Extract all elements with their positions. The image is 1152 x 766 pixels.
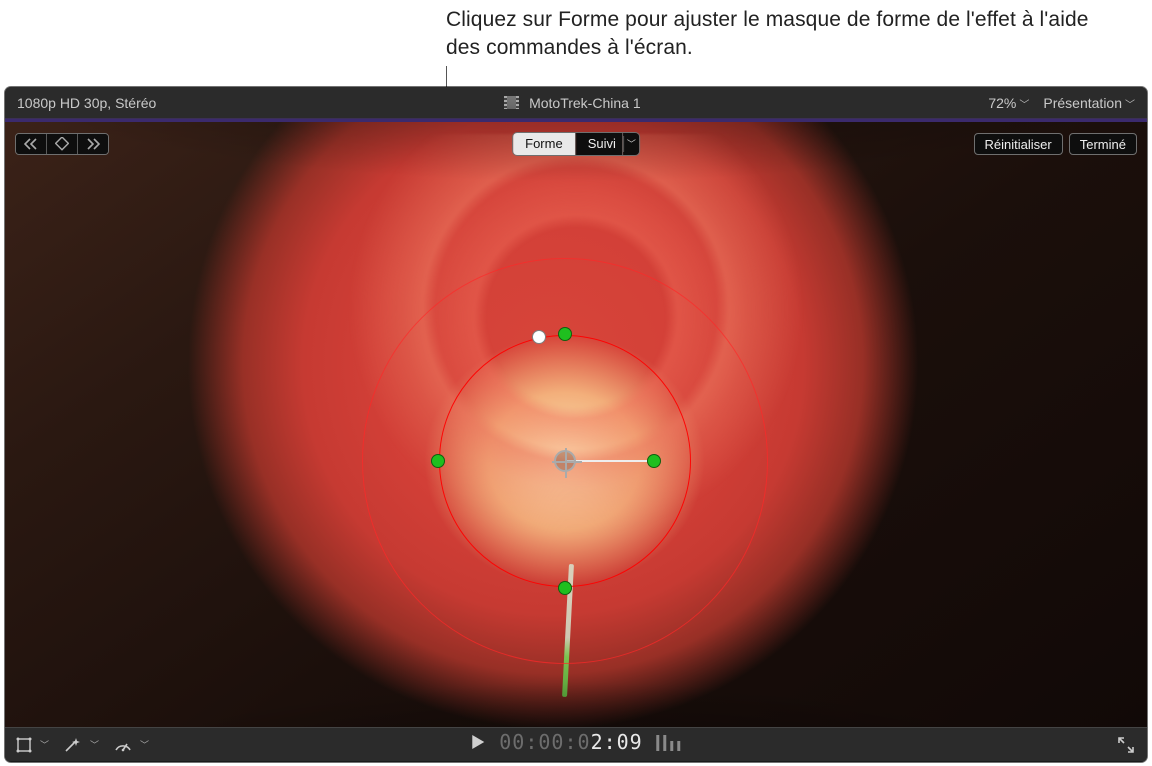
timecode-bright: 2:09 [591,730,643,754]
keyframe-nav-group [15,133,109,155]
tracking-options-dropdown[interactable]: ﹀ [623,133,639,155]
viewer-canvas[interactable]: Forme Suivi ﹀ Réinitialiser Terminé [5,122,1147,727]
shape-mask-left-handle[interactable] [431,454,445,468]
speed-gauge-icon [113,736,133,754]
tracking-mode-label: Suivi [588,133,616,155]
done-button[interactable]: Terminé [1069,133,1137,155]
retime-tool[interactable]: ﹀ [113,736,153,754]
shape-mask-bottom-handle[interactable] [558,581,572,595]
filmstrip-icon [504,96,519,109]
viewer-window: 1080p HD 30p, Stéréo MotoTrek-China 1 72… [5,87,1147,762]
callout-text: Cliquez sur Forme pour ajuster le masque… [446,6,1106,63]
fullscreen-button[interactable] [1117,736,1135,754]
chevron-down-icon: ﹀ [1016,100,1029,111]
magic-wand-icon [63,736,83,754]
chevron-down-icon[interactable]: ﹀ [136,738,153,751]
chevron-down-icon: ﹀ [1122,100,1135,111]
tracking-mode-button[interactable]: Suivi [576,133,622,155]
shape-mask-center-handle[interactable] [554,450,576,472]
chevron-down-icon[interactable]: ﹀ [86,738,103,751]
zoom-menu[interactable]: 72%﹀ [988,95,1029,111]
reset-button[interactable]: Réinitialiser [974,133,1063,155]
next-keyframe-button[interactable] [78,134,108,154]
transport-controls: 00:00:02:09 [471,730,680,754]
shape-mask-right-handle[interactable] [647,454,661,468]
timecode-dim: 00:00:0 [499,730,590,754]
viewer-topbar: 1080p HD 30p, Stéréo MotoTrek-China 1 72… [5,87,1147,119]
video-frame-detail [256,134,896,570]
enhance-tool[interactable]: ﹀ [63,736,103,754]
chevron-down-icon: ﹀ [623,136,639,152]
format-label: 1080p HD 30p, Stéréo [5,95,156,111]
chevron-down-icon[interactable]: ﹀ [36,738,53,751]
shape-mask-rotate-handle[interactable] [532,330,546,344]
timecode-display[interactable]: 00:00:02:09 [499,730,642,754]
transform-tool[interactable]: ﹀ [15,736,53,754]
view-menu[interactable]: Présentation﹀ [1043,95,1135,111]
shape-mask-top-handle[interactable] [558,327,572,341]
shape-tracking-segment: Forme Suivi ﹀ [513,133,639,155]
clip-title: MotoTrek-China 1 [529,95,641,111]
audio-meter-icon [657,733,681,751]
shape-mode-button[interactable]: Forme [513,133,575,155]
add-keyframe-button[interactable] [47,134,77,154]
overlay-right-buttons: Réinitialiser Terminé [974,133,1137,155]
play-button[interactable] [471,734,485,750]
transform-icon [15,736,33,754]
prev-keyframe-button[interactable] [16,134,46,154]
